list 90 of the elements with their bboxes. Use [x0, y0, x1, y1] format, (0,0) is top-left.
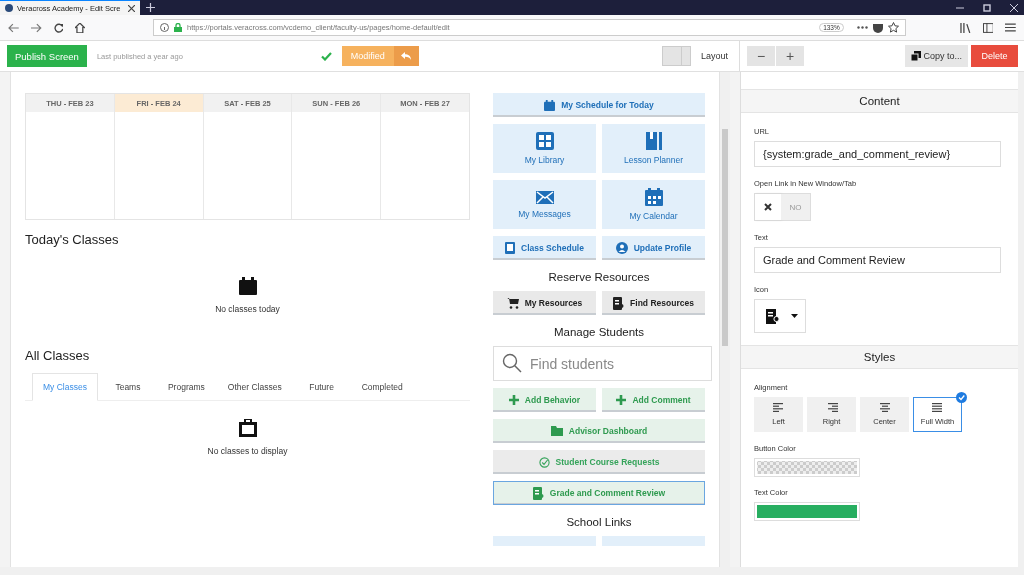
restore-icon[interactable]	[983, 3, 991, 12]
empty-message: No classes to display	[207, 446, 288, 456]
align-icon	[931, 403, 944, 413]
scrollbar-thumb[interactable]	[722, 129, 728, 346]
portal-tile[interactable]: Lesson Planner	[602, 124, 705, 173]
zoom-in-button[interactable]: +	[776, 46, 804, 66]
layout-label: Layout	[700, 51, 728, 61]
search-icon	[502, 353, 522, 373]
cart-icon	[506, 297, 519, 309]
button-color-swatch[interactable]	[754, 458, 860, 477]
check-circle-icon	[538, 456, 550, 468]
zoom-out-button[interactable]: −	[747, 46, 775, 66]
class-tab[interactable]: Programs	[157, 373, 215, 400]
portal-tile[interactable]: My Messages	[493, 180, 596, 229]
lock-icon	[174, 23, 183, 32]
icon-dropdown[interactable]	[754, 299, 806, 333]
checkmark-icon	[320, 51, 332, 61]
align-icon	[825, 403, 838, 413]
grid-icon	[535, 132, 554, 150]
text-color-swatch[interactable]	[754, 502, 860, 521]
portal-tile[interactable]: My Library	[493, 124, 596, 173]
user-icon	[615, 242, 628, 254]
star-icon[interactable]	[887, 22, 899, 33]
scrollbar[interactable]	[1018, 72, 1024, 567]
section-heading: School Links	[565, 516, 633, 528]
publish-button[interactable]: Publish Screen	[7, 45, 87, 67]
class-tab[interactable]: Other Classes	[217, 373, 292, 400]
search-field[interactable]: Find students	[493, 346, 712, 381]
document-icon	[613, 296, 625, 310]
portal-button[interactable]: Add Behavior	[493, 388, 596, 412]
shield-icon[interactable]	[872, 22, 883, 33]
plus-icon	[616, 395, 627, 405]
align-icon	[878, 403, 891, 413]
panel-header: Content	[741, 89, 1018, 113]
section-heading: Today's Classes	[25, 232, 120, 247]
check-badge-icon	[956, 392, 967, 403]
close-icon[interactable]	[128, 4, 135, 12]
calendar-icon	[238, 277, 257, 295]
menu-icon[interactable]	[1005, 23, 1016, 32]
reload-icon[interactable]	[53, 22, 64, 33]
folder-icon	[550, 426, 563, 436]
envelope-icon	[535, 190, 554, 204]
forward-icon[interactable]	[30, 22, 42, 33]
sidebar-icon[interactable]	[982, 22, 994, 33]
library-icon[interactable]	[959, 22, 971, 33]
section-heading: Manage Students	[552, 326, 646, 338]
portal-button[interactable]: Advisor Dashboard	[493, 419, 705, 443]
portal-button[interactable]: Update Profile	[602, 236, 705, 260]
document-icon	[766, 308, 780, 324]
copy-button[interactable]: Copy to...	[905, 45, 968, 67]
close-icon	[764, 203, 772, 211]
class-tab[interactable]: My Classes	[32, 373, 98, 401]
portal-button[interactable]: My Resources	[493, 291, 596, 315]
url-field[interactable]: {system:grade_and_comment_review}	[754, 141, 1001, 167]
class-tab[interactable]: Completed	[351, 373, 413, 400]
globe-icon	[5, 4, 13, 12]
portal-button[interactable]: My Schedule for Today	[493, 93, 705, 117]
empty-message: No classes today	[215, 304, 280, 314]
caret-icon	[791, 314, 798, 318]
section-heading: Reserve Resources	[547, 271, 651, 283]
toggle-state: NO	[781, 194, 810, 220]
calendar-icon	[544, 99, 556, 111]
copy-icon	[911, 51, 922, 61]
plus-icon	[508, 395, 519, 405]
layout-toggle[interactable]	[661, 46, 691, 66]
portal-button[interactable]: Grade and Comment Review	[493, 481, 705, 505]
align-icon	[772, 403, 785, 413]
class-tab[interactable]: Teams	[100, 373, 155, 400]
scrollbar[interactable]	[0, 567, 1024, 575]
portal-button[interactable]: Find Resources	[602, 291, 705, 315]
section-heading: All Classes	[25, 348, 91, 363]
book-icon	[645, 132, 662, 150]
briefcase-icon	[238, 419, 257, 437]
portal-button[interactable]: Class Schedule	[493, 236, 596, 260]
class-tab[interactable]: Future	[294, 373, 349, 400]
panel-header: Styles	[741, 345, 1018, 369]
portal-button[interactable]: Student Course Requests	[493, 450, 705, 474]
back-icon[interactable]	[8, 22, 19, 33]
more-icon[interactable]	[856, 26, 868, 29]
info-icon	[160, 23, 170, 32]
calendar-icon	[644, 188, 663, 206]
undo-icon	[401, 52, 412, 60]
document-icon	[532, 486, 544, 500]
portal-button[interactable]: Add Comment	[602, 388, 705, 412]
delete-button[interactable]: Delete	[971, 45, 1018, 67]
new-tab-icon[interactable]	[146, 3, 155, 12]
document-icon	[505, 242, 516, 254]
home-icon[interactable]	[75, 22, 86, 33]
text-field[interactable]: Grade and Comment Review	[754, 247, 1001, 273]
portal-tile[interactable]: My Calendar	[602, 180, 705, 229]
